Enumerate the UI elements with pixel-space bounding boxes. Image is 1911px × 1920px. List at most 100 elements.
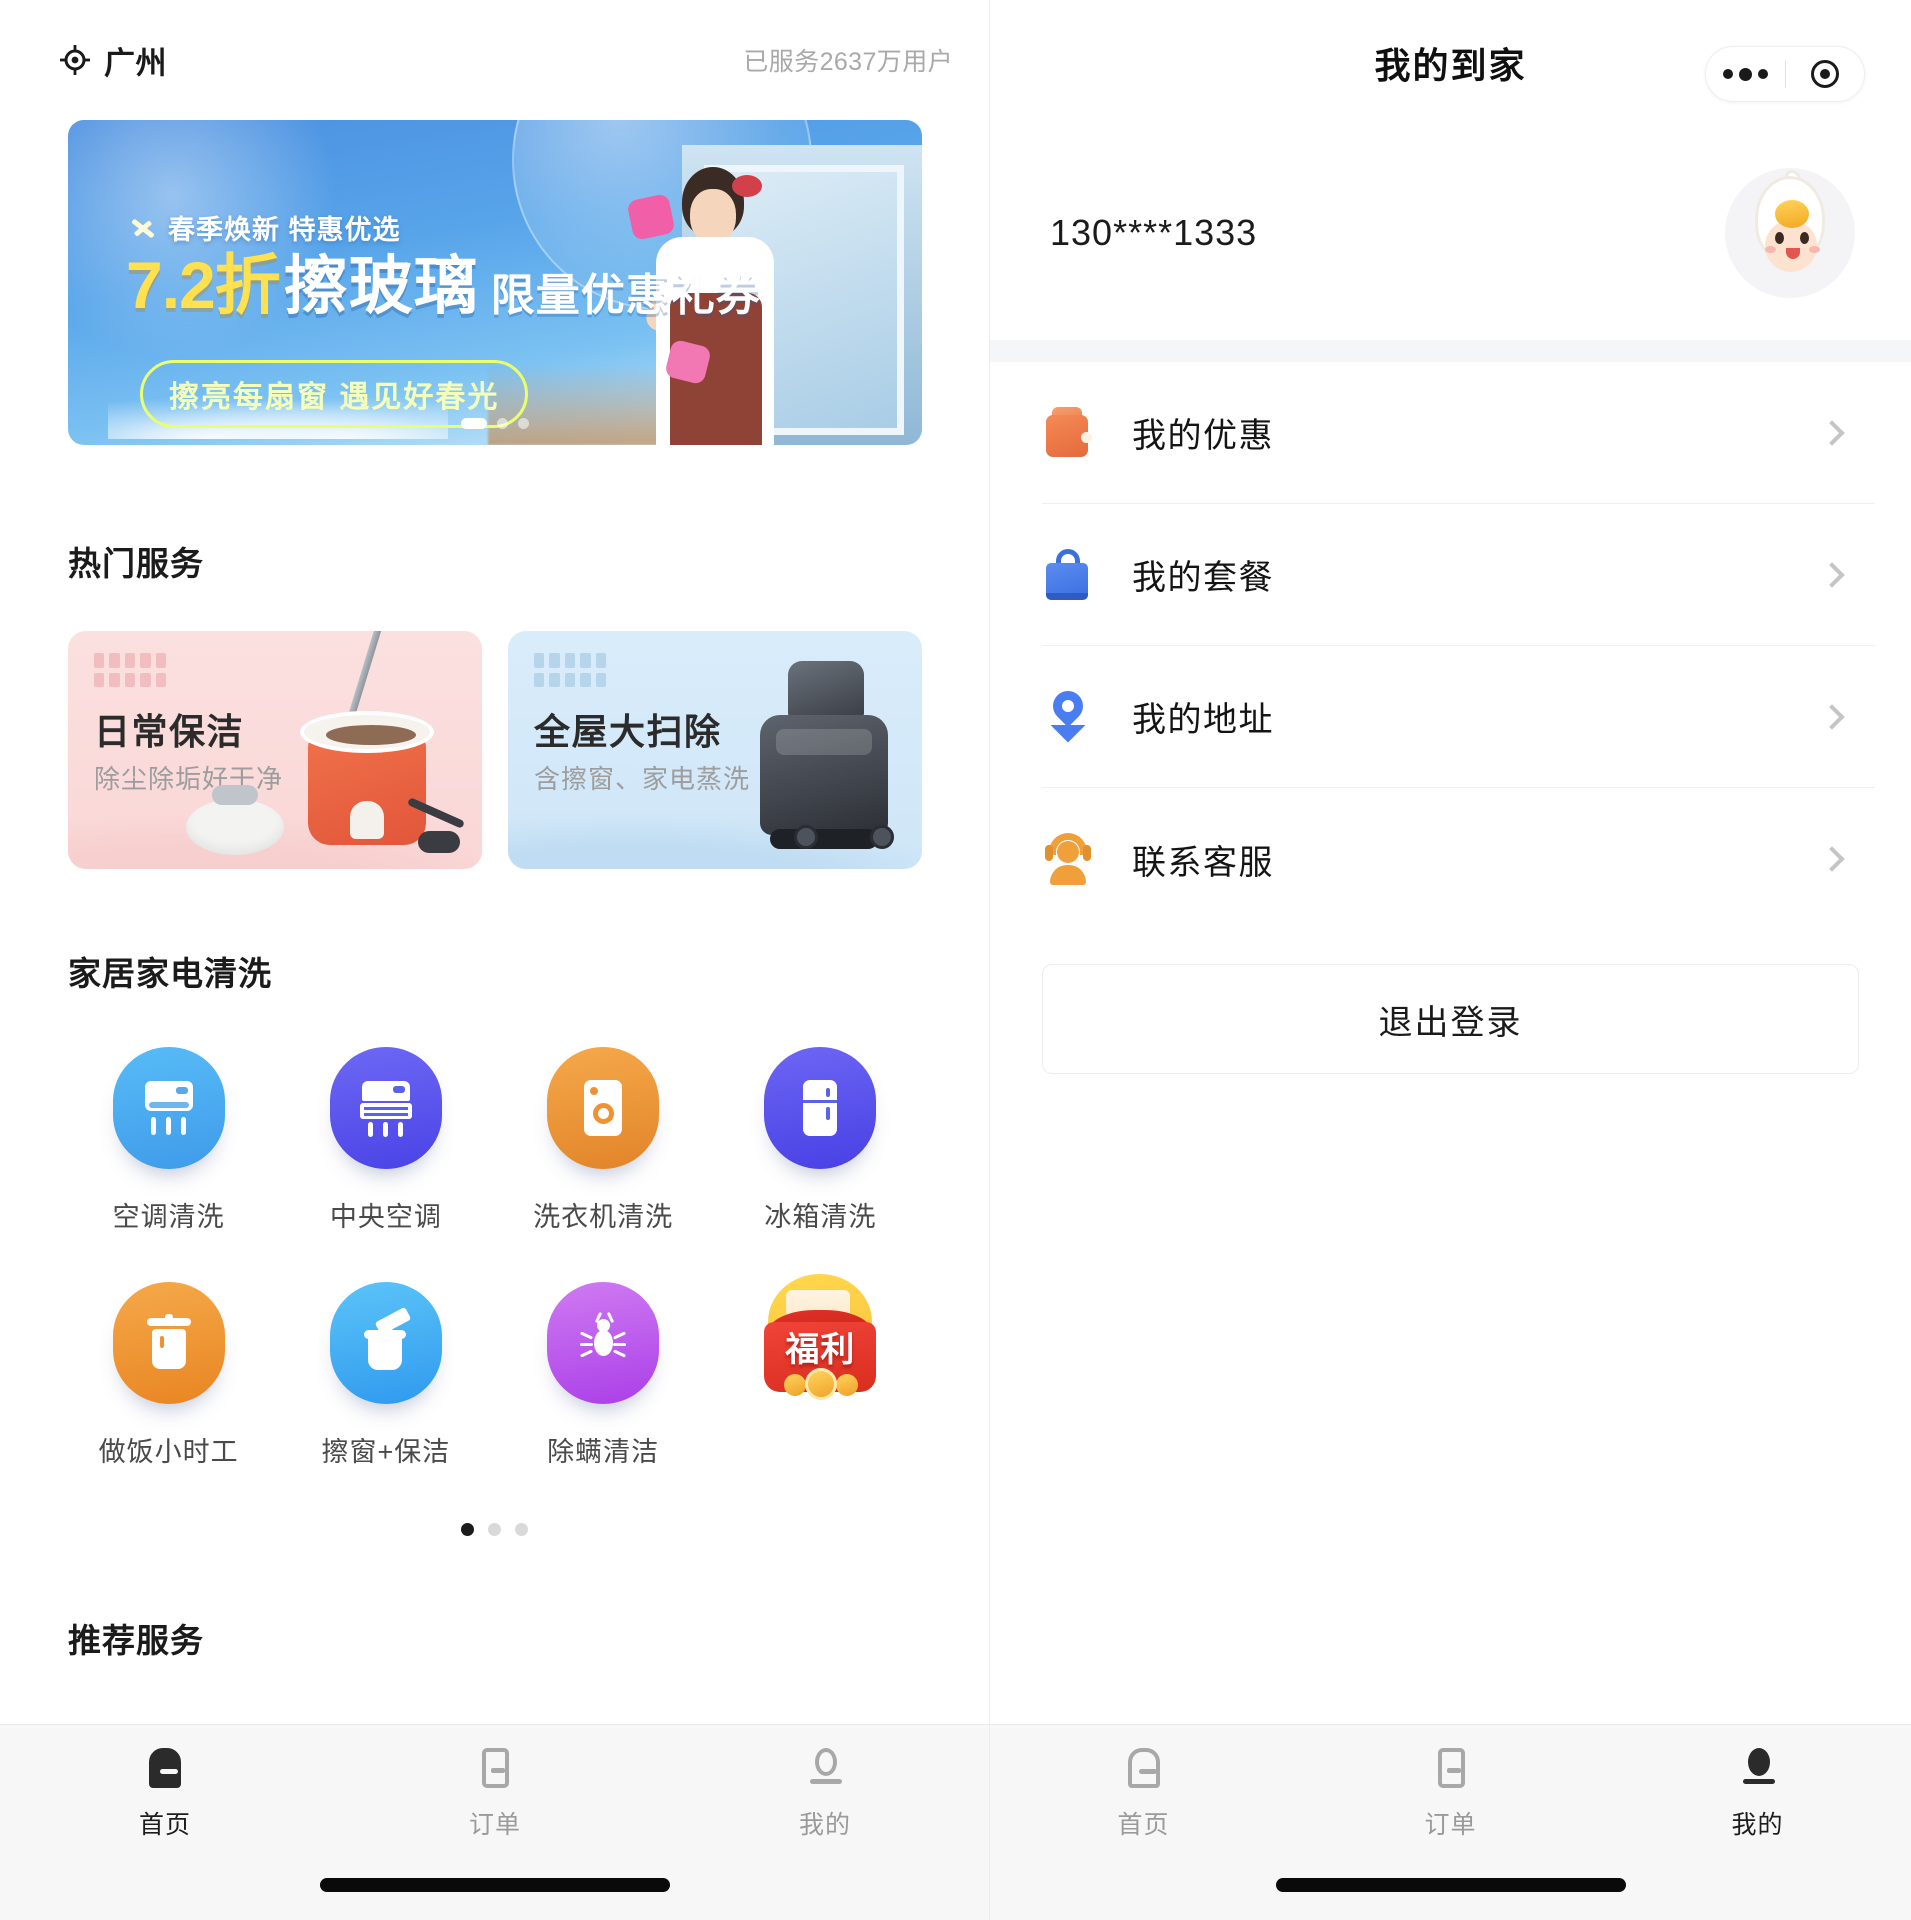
mite-icon	[547, 1282, 659, 1404]
tab-mine[interactable]: 我的	[660, 1745, 990, 1878]
banner-kicker-text: 春季焕新 特惠优选	[168, 208, 401, 247]
grid-item-label: 除螨清洁	[547, 1430, 659, 1469]
tab-orders[interactable]: 订单	[330, 1745, 660, 1878]
phone-number: 130****1333	[1050, 212, 1257, 254]
order-icon	[1428, 1745, 1474, 1791]
menu-item-label: 联系客服	[1132, 835, 1274, 884]
chick-mascot-avatar[interactable]	[1725, 168, 1855, 298]
recommend-services-title: 推荐服务	[68, 1614, 989, 1662]
hot-card-title: 全屋大扫除	[534, 703, 722, 755]
banner-product: 擦玻璃	[284, 254, 479, 318]
pin-icon	[1042, 689, 1094, 745]
miniprogram-capsule	[1705, 46, 1865, 102]
wallet-icon	[1042, 405, 1094, 461]
screenshot-root: 广州 已服务2637万用户 春季焕新 特惠优选 7.2折 擦	[0, 0, 1911, 1920]
tab-label: 首页	[1117, 1805, 1169, 1841]
target-circle-icon[interactable]	[1786, 60, 1865, 88]
banner-subtext: 限量优惠礼券	[491, 274, 761, 318]
tab-label: 首页	[139, 1805, 191, 1841]
hot-card-desc: 含擦窗、家电蒸洗	[534, 759, 750, 796]
carousel-dot[interactable]	[518, 418, 529, 429]
menu-item-my-coupons[interactable]: 我的优惠	[1042, 362, 1875, 504]
hot-card-daily-cleaning[interactable]: 日常保洁 除尘除垢好干净	[68, 631, 482, 869]
carousel-dot-active[interactable]	[461, 418, 487, 429]
appliance-grid-wrap: 空调清洗 中央空调 洗衣机清洗	[0, 1047, 989, 1536]
washing-machine-icon	[547, 1047, 659, 1169]
grid-item-window-cleaning[interactable]: 擦窗+保洁	[277, 1282, 494, 1469]
tab-label: 订单	[469, 1805, 521, 1841]
home-indicator	[0, 1878, 990, 1892]
person-icon	[1735, 1745, 1781, 1791]
banner-carousel-dots[interactable]	[461, 418, 529, 429]
profile-header: 我的到家	[990, 0, 1911, 125]
grid-item-washing-machine[interactable]: 洗衣机清洗	[495, 1047, 712, 1234]
home-indicator	[990, 1878, 1911, 1892]
tab-home[interactable]: 首页	[990, 1745, 1297, 1878]
menu-item-label: 我的地址	[1132, 692, 1274, 741]
hot-services-row: 日常保洁 除尘除垢好干净 全屋大扫除 含擦窗、家电蒸洗	[68, 631, 989, 869]
appliance-icon-grid: 空调清洗 中央空调 洗衣机清洗	[0, 1047, 989, 1469]
grid-item-label: 空调清洗	[113, 1195, 225, 1234]
home-icon	[1121, 1745, 1167, 1791]
chevron-right-icon	[1819, 846, 1844, 871]
tab-label: 我的	[799, 1805, 851, 1841]
grid-item-welfare[interactable]: 福利	[712, 1282, 929, 1469]
menu-item-my-packages[interactable]: 我的套餐	[1042, 504, 1875, 646]
logout-label: 退出登录	[1379, 995, 1523, 1044]
carousel-dot[interactable]	[497, 418, 508, 429]
section-divider-band	[990, 340, 1911, 362]
home-page-pane: 广州 已服务2637万用户 春季焕新 特惠优选 7.2折 擦	[0, 0, 990, 1920]
hot-card-title: 日常保洁	[94, 703, 244, 755]
profile-page-pane: 我的到家 130****1333 我的优惠	[990, 0, 1911, 1920]
central-ac-icon	[330, 1047, 442, 1169]
logout-button[interactable]: 退出登录	[1042, 964, 1859, 1074]
refrigerator-icon	[764, 1047, 876, 1169]
tab-mine[interactable]: 我的	[1604, 1745, 1911, 1878]
tab-orders[interactable]: 订单	[1297, 1745, 1604, 1878]
welfare-label: 福利	[764, 1322, 876, 1371]
cooking-pot-icon	[113, 1282, 225, 1404]
page-title: 我的到家	[1374, 37, 1526, 89]
grid-item-label: 做饭小时工	[99, 1430, 239, 1469]
dot-pattern-decor	[94, 653, 166, 687]
served-users-text: 已服务2637万用户	[743, 42, 953, 78]
profile-summary: 130****1333	[990, 125, 1911, 340]
banner-headline: 7.2折 擦玻璃 限量优惠礼券	[126, 252, 761, 318]
banner-discount: 7.2折	[126, 252, 280, 318]
chevron-right-icon	[1819, 704, 1844, 729]
person-icon	[802, 1745, 848, 1791]
banner-kicker: 春季焕新 特惠优选	[130, 208, 401, 247]
order-icon	[472, 1745, 518, 1791]
grid-item-ac-cleaning[interactable]: 空调清洗	[60, 1047, 277, 1234]
tab-home[interactable]: 首页	[0, 1745, 330, 1878]
tab-label: 我的	[1731, 1805, 1783, 1841]
bag-icon	[1042, 547, 1094, 603]
grid-dot[interactable]	[515, 1523, 528, 1536]
promo-banner[interactable]: 春季焕新 特惠优选 7.2折 擦玻璃 限量优惠礼券 擦亮每扇窗 遇见好春光	[68, 120, 922, 445]
hot-card-whole-house-cleaning[interactable]: 全屋大扫除 含擦窗、家电蒸洗	[508, 631, 922, 869]
headset-icon	[1042, 831, 1094, 887]
menu-item-my-addresses[interactable]: 我的地址	[1042, 646, 1875, 788]
more-dots-icon[interactable]	[1706, 68, 1785, 81]
window-wipe-icon	[330, 1282, 442, 1404]
city-label: 广州	[104, 38, 167, 83]
grid-item-cooking-helper[interactable]: 做饭小时工	[60, 1282, 277, 1469]
menu-item-label: 我的优惠	[1132, 408, 1274, 457]
home-tabbar: 首页 订单 我的	[0, 1724, 990, 1920]
hot-services-title: 热门服务	[68, 537, 989, 585]
home-icon	[142, 1745, 188, 1791]
appliance-cleaning-title: 家居家电清洗	[68, 947, 989, 995]
home-header: 广州 已服务2637万用户	[0, 0, 989, 120]
dot-pattern-decor	[534, 653, 606, 687]
grid-pagination-dots[interactable]	[0, 1523, 989, 1536]
city-selector[interactable]: 广州	[60, 38, 167, 83]
sparkle-icon	[130, 215, 156, 241]
grid-item-central-ac[interactable]: 中央空调	[277, 1047, 494, 1234]
grid-item-mite-removal[interactable]: 除螨清洁	[495, 1282, 712, 1469]
grid-dot-active[interactable]	[461, 1523, 474, 1536]
grid-dot[interactable]	[488, 1523, 501, 1536]
menu-item-contact-support[interactable]: 联系客服	[1042, 788, 1875, 930]
tab-label: 订单	[1424, 1805, 1476, 1841]
profile-tabbar: 首页 订单 我的	[990, 1724, 1911, 1920]
grid-item-refrigerator[interactable]: 冰箱清洗	[712, 1047, 929, 1234]
